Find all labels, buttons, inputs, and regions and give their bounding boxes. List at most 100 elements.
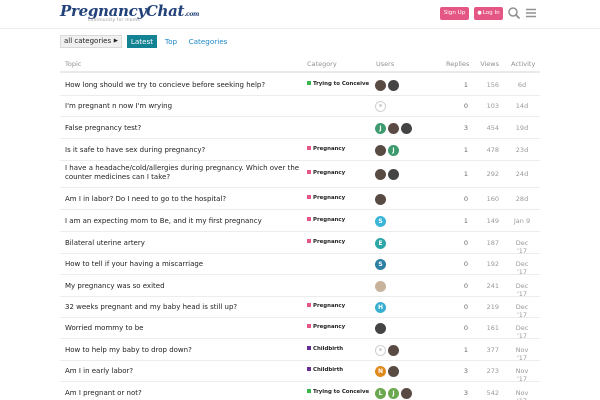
avatar[interactable] <box>375 168 386 180</box>
topic-activity[interactable]: 28d <box>511 195 533 203</box>
topic-title-link[interactable]: How to tell if your having a miscarriage <box>65 260 300 269</box>
avatar[interactable] <box>388 79 399 91</box>
topic-activity[interactable]: 19d <box>511 124 533 132</box>
topic-category-badge[interactable]: Trying to Conceive <box>307 389 369 395</box>
topic-category-badge[interactable]: Pregnancy <box>307 217 345 223</box>
topic-row[interactable]: Worried mommy to be Pregnancy 0 161 Dec '17 <box>60 318 540 340</box>
avatar[interactable] <box>388 365 399 377</box>
avatar[interactable]: J <box>388 144 399 156</box>
column-category[interactable]: Category <box>307 60 337 68</box>
topic-row[interactable]: Am I pregnant or not? Trying to Conceive L… <box>60 383 540 400</box>
topic-row[interactable]: I am an expecting mom to Be, and it my f… <box>60 211 540 232</box>
topic-replies-count[interactable]: 0 <box>446 102 468 110</box>
topic-activity[interactable]: Dec '17 <box>511 239 533 255</box>
column-views[interactable]: Views <box>479 60 499 68</box>
avatar[interactable] <box>388 122 399 134</box>
signup-button[interactable]: Sign Up <box>440 7 469 20</box>
topic-title-link[interactable]: Am I in early labor? <box>65 367 300 376</box>
topic-row[interactable]: My pregnancy was so exited 0 241 Dec '17 <box>60 276 540 298</box>
topic-title-link[interactable]: False pregnancy test? <box>65 124 300 133</box>
topic-replies-count[interactable]: 1 <box>446 170 468 178</box>
topic-row[interactable]: Is it safe to have sex during pregnancy?… <box>60 140 540 161</box>
avatar[interactable]: J <box>388 387 399 399</box>
avatar[interactable] <box>375 79 386 91</box>
tab-categories[interactable]: Categories <box>187 35 229 48</box>
topic-activity[interactable]: 14d <box>511 102 533 110</box>
topic-row[interactable]: 32 weeks pregnant and my baby head is st… <box>60 297 540 319</box>
topic-category-badge[interactable]: Pregnancy <box>307 146 345 152</box>
topic-activity[interactable]: Dec '17 <box>511 324 533 340</box>
topic-replies-count[interactable]: 0 <box>446 282 468 290</box>
avatar[interactable] <box>388 344 399 356</box>
topic-replies-count[interactable]: 3 <box>446 389 468 397</box>
topic-category-badge[interactable]: Childbirth <box>307 346 343 352</box>
topic-row[interactable]: How to tell if your having a miscarriage… <box>60 254 540 276</box>
tab-latest[interactable]: Latest <box>127 35 157 48</box>
login-button[interactable]: ●Log In <box>474 7 503 20</box>
topic-title-link[interactable]: My pregnancy was so exited <box>65 282 300 291</box>
avatar[interactable]: H <box>375 301 386 313</box>
topic-activity[interactable]: 24d <box>511 170 533 178</box>
topic-title-link[interactable]: Worried mommy to be <box>65 324 300 333</box>
avatar[interactable] <box>375 280 386 292</box>
topic-row[interactable]: I have a headache/cold/allergies during … <box>60 160 540 188</box>
search-icon[interactable] <box>507 6 521 20</box>
topic-replies-count[interactable]: 0 <box>446 195 468 203</box>
topic-replies-count[interactable]: 0 <box>446 324 468 332</box>
topic-replies-count[interactable]: 1 <box>446 217 468 225</box>
topic-row[interactable]: Bilateral uterine artery Pregnancy E 0 187 De… <box>60 233 540 255</box>
topic-replies-count[interactable]: 0 <box>446 260 468 268</box>
topic-replies-count[interactable]: 3 <box>446 124 468 132</box>
topic-category-badge[interactable]: Pregnancy <box>307 195 345 201</box>
topic-row[interactable]: How to help my baby to drop down? Childbi… <box>60 340 540 362</box>
topic-activity[interactable]: 6d <box>511 81 533 89</box>
topic-category-badge[interactable]: Pregnancy <box>307 239 345 245</box>
avatar[interactable] <box>375 193 386 205</box>
avatar[interactable] <box>375 322 386 334</box>
avatar[interactable] <box>401 387 412 399</box>
topic-category-badge[interactable]: Childbirth <box>307 367 343 373</box>
avatar[interactable]: N <box>375 365 386 377</box>
avatar[interactable]: S <box>375 215 386 227</box>
topic-title-link[interactable]: Bilateral uterine artery <box>65 239 300 248</box>
topic-activity[interactable]: Jan 9 <box>511 217 533 225</box>
avatar[interactable] <box>388 168 399 180</box>
category-dropdown[interactable]: all categories ▶ <box>60 35 122 48</box>
topic-activity[interactable]: Nov '17 <box>511 389 533 400</box>
avatar[interactable]: S <box>375 258 386 270</box>
avatar[interactable] <box>375 100 386 112</box>
topic-row[interactable]: How long should we try to concieve befor… <box>60 75 540 96</box>
topic-title-link[interactable]: How to help my baby to drop down? <box>65 346 300 355</box>
avatar[interactable]: E <box>375 237 386 249</box>
avatar[interactable] <box>401 122 412 134</box>
topic-replies-count[interactable]: 0 <box>446 239 468 247</box>
topic-category-badge[interactable]: Pregnancy <box>307 170 345 176</box>
topic-activity[interactable]: 23d <box>511 146 533 154</box>
tab-top[interactable]: Top <box>161 35 181 48</box>
topic-title-link[interactable]: I am an expecting mom to Be, and it my f… <box>65 217 300 226</box>
topic-row[interactable]: Am I in labor? Do I need to go to the ho… <box>60 189 540 210</box>
topic-title-link[interactable]: Is it safe to have sex during pregnancy? <box>65 146 300 155</box>
topic-title-link[interactable]: I have a headache/cold/allergies during … <box>65 164 300 182</box>
topic-category-badge[interactable]: Pregnancy <box>307 303 345 309</box>
topic-title-link[interactable]: 32 weeks pregnant and my baby head is st… <box>65 303 300 312</box>
topic-activity[interactable]: Dec '17 <box>511 260 533 276</box>
topic-replies-count[interactable]: 3 <box>446 367 468 375</box>
topic-row[interactable]: False pregnancy test? J 3 454 19d <box>60 118 540 139</box>
topic-title-link[interactable]: Am I in labor? Do I need to go to the ho… <box>65 195 300 204</box>
topic-activity[interactable]: Nov '17 <box>511 346 533 362</box>
topic-activity[interactable]: Nov '17 <box>511 367 533 383</box>
topic-activity[interactable]: Dec '17 <box>511 282 533 298</box>
topic-row[interactable]: I'm pregnant n now I'm wrying 0 103 14d <box>60 96 540 117</box>
column-replies[interactable]: Replies <box>446 60 469 68</box>
avatar[interactable] <box>375 344 386 356</box>
topic-replies-count[interactable]: 1 <box>446 81 468 89</box>
avatar[interactable]: J <box>375 122 386 134</box>
topic-title-link[interactable]: How long should we try to concieve befor… <box>65 81 300 90</box>
site-logo[interactable]: PregnancyChat.com community for moms <box>60 2 199 25</box>
topic-replies-count[interactable]: 1 <box>446 346 468 354</box>
avatar[interactable]: L <box>375 387 386 399</box>
topic-replies-count[interactable]: 0 <box>446 303 468 311</box>
hamburger-menu-icon[interactable] <box>524 6 538 20</box>
topic-title-link[interactable]: I'm pregnant n now I'm wrying <box>65 102 300 111</box>
